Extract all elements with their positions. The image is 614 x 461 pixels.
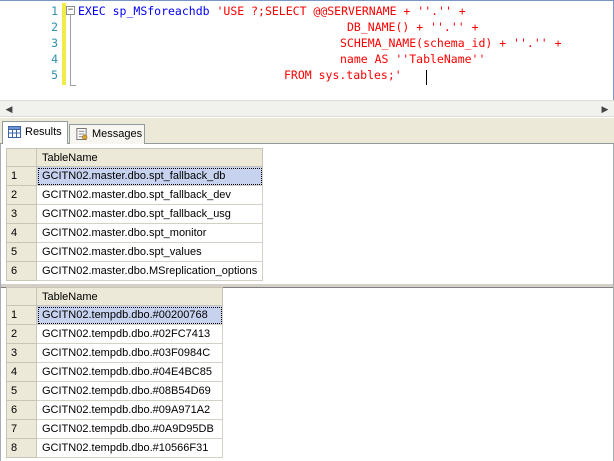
line-number: 1 [51,4,58,18]
grid-header-row: TableName [6,287,223,306]
table-row[interactable]: 3 GCITN02.master.dbo.spt_fallback_usg [6,204,264,224]
table-cell[interactable]: GCITN02.master.dbo.MSreplication_options [35,261,264,281]
result-grid-1[interactable]: TableName 1 GCITN02.master.dbo.spt_fallba… [6,148,264,281]
row-number-header[interactable] [6,148,37,167]
result-grid-2[interactable]: TableName 1 GCITN02.tempdb.dbo.#00200768 … [6,287,223,458]
messages-icon [76,128,88,140]
line-number: 2 [51,20,58,34]
table-cell[interactable]: GCITN02.tempdb.dbo.#02FC7413 [36,324,223,344]
table-cell[interactable]: GCITN02.master.dbo.spt_fallback_db [35,166,264,186]
row-number-header[interactable] [6,287,37,306]
table-cell[interactable]: GCITN02.tempdb.dbo.#08B54D69 [36,381,223,401]
changed-lines-indicator [62,3,66,85]
editor-horizontal-scrollbar[interactable]: ◀ ▶ [0,100,614,117]
results-pane: TableName 1 GCITN02.master.dbo.spt_fallba… [0,144,614,461]
row-number[interactable]: 6 [6,261,37,281]
table-cell[interactable]: GCITN02.master.dbo.spt_fallback_dev [35,185,264,205]
table-cell[interactable]: GCITN02.master.dbo.spt_values [35,242,264,262]
row-number[interactable]: 1 [6,305,37,325]
row-number[interactable]: 8 [6,438,37,458]
grid-header-row: TableName [6,148,264,167]
table-row[interactable]: 7 GCITN02.tempdb.dbo.#0A9D95DB [6,419,223,439]
column-header[interactable]: TableName [36,287,223,306]
table-cell[interactable]: GCITN02.master.dbo.spt_monitor [35,223,264,243]
table-cell[interactable]: GCITN02.tempdb.dbo.#10566F31 [36,438,223,458]
table-cell[interactable]: GCITN02.tempdb.dbo.#03F0984C [36,343,223,363]
code-keyword: EXEC [78,4,113,18]
table-row[interactable]: 6 GCITN02.master.dbo.MSreplication_option… [6,261,264,281]
table-row[interactable]: 1 GCITN02.master.dbo.spt_fallback_db [6,166,264,186]
table-row[interactable]: 5 GCITN02.master.dbo.spt_values [6,242,264,262]
code-string: SCHEMA_NAME(schema_id) + ''.'' + [340,36,562,50]
text-caret [426,70,427,85]
row-number[interactable]: 5 [6,381,37,401]
line-number: 4 [51,52,58,66]
code-line-5[interactable]: FROM sys.tables;' [284,67,402,83]
code-line-4[interactable]: name AS ''TableName'' [340,51,485,67]
code-line-1[interactable]: EXEC sp_MSforeachdb 'USE ?;SELECT @@SERV… [78,3,466,19]
table-row[interactable]: 2 GCITN02.tempdb.dbo.#02FC7413 [6,324,223,344]
scroll-left-icon[interactable]: ◀ [3,103,15,115]
table-cell[interactable]: GCITN02.tempdb.dbo.#0A9D95DB [36,419,223,439]
row-number[interactable]: 2 [6,185,37,205]
outline-end [70,85,76,86]
outline-line [70,14,71,86]
row-number[interactable]: 4 [6,223,37,243]
table-row[interactable]: 5 GCITN02.tempdb.dbo.#08B54D69 [6,381,223,401]
line-number-gutter: 1 2 3 4 5 [0,1,62,100]
row-number[interactable]: 1 [6,166,37,186]
code-string: FROM sys.tables;' [284,68,402,82]
table-row[interactable]: 8 GCITN02.tempdb.dbo.#10566F31 [6,438,223,458]
grid-icon [8,126,21,138]
table-cell[interactable]: GCITN02.master.dbo.spt_fallback_usg [35,204,264,224]
tab-results[interactable]: Results [2,121,68,144]
table-cell[interactable]: GCITN02.tempdb.dbo.#04E4BC85 [36,362,223,382]
code-procedure-name: sp_MSforeachdb [112,4,217,18]
row-number[interactable]: 3 [6,343,37,363]
row-number[interactable]: 6 [6,400,37,420]
query-editor[interactable]: 1 2 3 4 5 − EXEC sp_MSforeachdb 'USE ?;S… [0,0,614,100]
code-string: DB_NAME() + ''.'' + [347,20,479,34]
row-number[interactable]: 4 [6,362,37,382]
tab-messages[interactable]: Messages [69,124,145,144]
table-row[interactable]: 4 GCITN02.tempdb.dbo.#04E4BC85 [6,362,223,382]
scroll-right-icon[interactable]: ▶ [599,103,611,115]
table-row[interactable]: 3 GCITN02.tempdb.dbo.#03F0984C [6,343,223,363]
code-string: 'USE ?;SELECT @@SERVERNAME + ''.'' + [216,4,466,18]
table-cell[interactable]: GCITN02.tempdb.dbo.#00200768 [36,305,223,325]
table-cell[interactable]: GCITN02.tempdb.dbo.#09A971A2 [36,400,223,420]
column-header[interactable]: TableName [35,148,264,167]
line-number: 3 [51,36,58,50]
row-number[interactable]: 7 [6,419,37,439]
tab-results-label: Results [25,126,62,138]
table-row[interactable]: 1 GCITN02.tempdb.dbo.#00200768 [6,305,223,325]
row-number[interactable]: 2 [6,324,37,344]
tab-messages-label: Messages [92,128,143,140]
line-number: 5 [51,68,58,82]
table-row[interactable]: 4 GCITN02.master.dbo.spt_monitor [6,223,264,243]
code-line-2[interactable]: DB_NAME() + ''.'' + [347,19,479,35]
code-line-3[interactable]: SCHEMA_NAME(schema_id) + ''.'' + [340,35,562,51]
results-tab-strip: Results Messages [0,118,614,144]
code-string: name AS ''TableName'' [340,52,486,66]
table-row[interactable]: 6 GCITN02.tempdb.dbo.#09A971A2 [6,400,223,420]
row-number[interactable]: 5 [6,242,37,262]
row-number[interactable]: 3 [6,204,37,224]
table-row[interactable]: 2 GCITN02.master.dbo.spt_fallback_dev [6,185,264,205]
